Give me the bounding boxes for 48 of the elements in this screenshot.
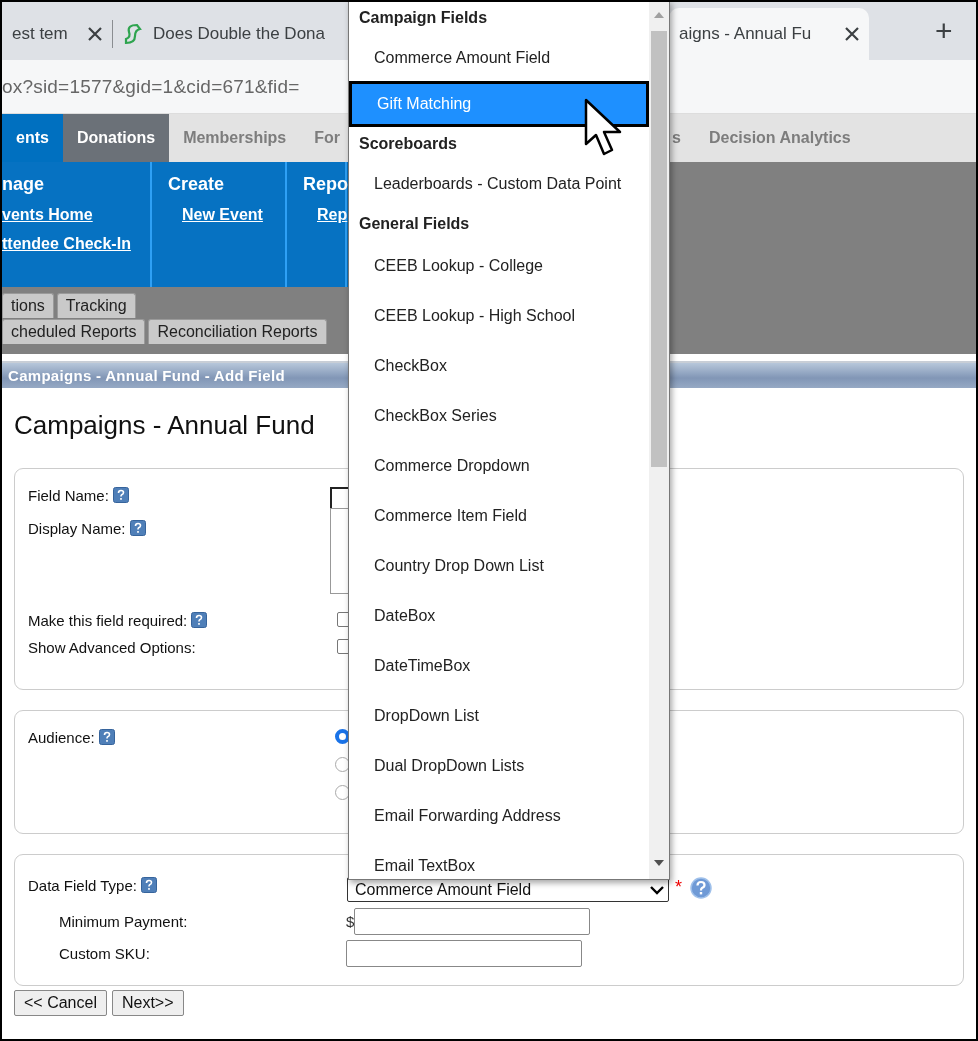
new-tab-button[interactable]: + bbox=[919, 2, 969, 60]
address-text[interactable]: ox?sid=1577&gid=1&cid=671&fid= bbox=[2, 75, 300, 98]
help-icon[interactable] bbox=[129, 520, 146, 536]
field-label: Minimum Payment: bbox=[59, 912, 188, 930]
help-icon[interactable] bbox=[690, 877, 712, 899]
browser-tab[interactable]: Does Double the Dona bbox=[113, 8, 349, 60]
currency-symbol: $ bbox=[346, 912, 355, 930]
site-icon bbox=[123, 23, 143, 45]
menu-link[interactable]: ttendee Check-In bbox=[2, 235, 150, 253]
sub-tab[interactable]: tions bbox=[2, 293, 54, 318]
menu-heading: Create bbox=[168, 174, 226, 195]
text-field[interactable] bbox=[346, 939, 582, 967]
form-button[interactable]: << Cancel bbox=[14, 990, 107, 1016]
field-label: Audience: bbox=[28, 729, 95, 746]
help-icon[interactable] bbox=[140, 877, 157, 893]
page-heading: Campaigns - Annual Fund bbox=[14, 410, 315, 441]
help-icon[interactable] bbox=[112, 487, 129, 503]
group-header: General Fields bbox=[358, 214, 470, 234]
group-header: Campaign Fields bbox=[358, 8, 488, 28]
scroll-down-icon[interactable] bbox=[653, 859, 665, 867]
nav-tab[interactable]: Donations bbox=[62, 114, 170, 162]
browser-tab[interactable]: est tem bbox=[2, 8, 112, 60]
menu-link[interactable]: New Event bbox=[168, 206, 285, 224]
menu-link[interactable]: vents Home bbox=[2, 206, 150, 224]
help-icon[interactable] bbox=[98, 729, 115, 745]
chevron-icon bbox=[650, 884, 664, 895]
field-label: Make this field required: bbox=[28, 612, 188, 629]
sub-tab[interactable]: Tracking bbox=[56, 293, 136, 318]
group-header: Scoreboards bbox=[358, 134, 457, 154]
field-label: Data Field Type: bbox=[28, 877, 137, 894]
form-button[interactable]: Next>> bbox=[111, 990, 184, 1016]
menu-heading: nage bbox=[2, 174, 45, 195]
menu-link[interactable]: Rep bbox=[303, 206, 345, 224]
help-icon[interactable] bbox=[191, 612, 208, 628]
field-label: Display Name: bbox=[28, 520, 126, 537]
text-field[interactable] bbox=[354, 907, 591, 935]
nav-tab[interactable]: ents bbox=[2, 114, 63, 162]
browser-tab[interactable]: aigns - Annual Fu bbox=[669, 8, 869, 60]
page-title: Campaigns - Annual Fund - Add Field bbox=[8, 367, 285, 384]
scroll-thumb[interactable] bbox=[651, 31, 667, 467]
sub-tab[interactable]: Reconciliation Reports bbox=[148, 319, 327, 344]
field-label: Show Advanced Options: bbox=[28, 639, 196, 656]
field-label: Field Name: bbox=[28, 487, 109, 504]
sub-tab[interactable]: cheduled Reports bbox=[2, 319, 146, 344]
field-label: Custom SKU: bbox=[59, 944, 150, 962]
scrollbar[interactable] bbox=[649, 2, 669, 879]
required-mark: * bbox=[675, 877, 682, 899]
dropdown-option[interactable]: Email TextBox bbox=[349, 841, 649, 879]
